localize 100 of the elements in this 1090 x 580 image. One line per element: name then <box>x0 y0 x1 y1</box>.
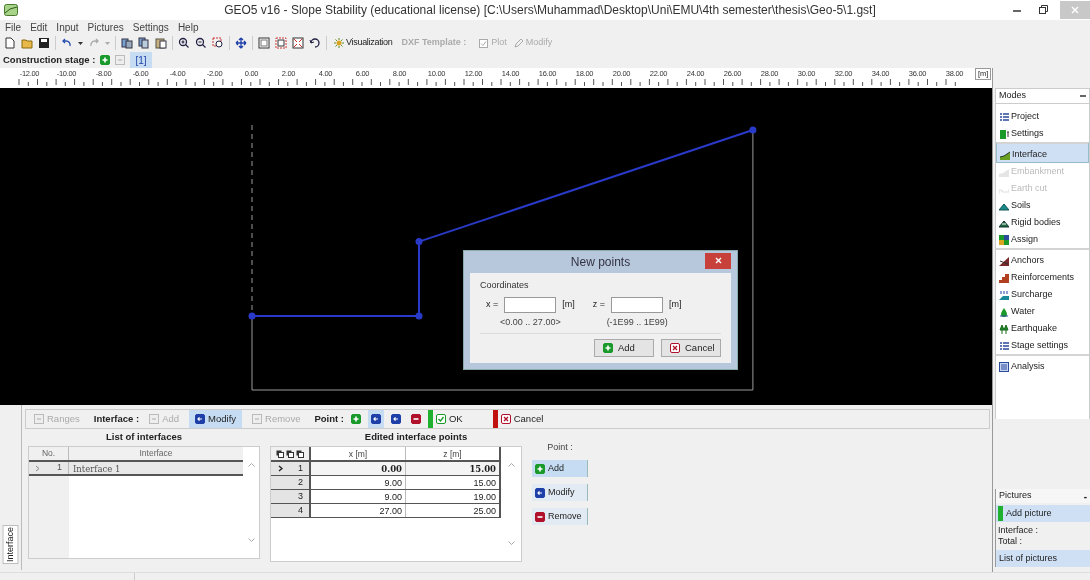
menu-item[interactable]: Help <box>177 19 199 35</box>
stat-label: Interface : <box>998 525 1040 536</box>
input-field[interactable] <box>611 296 664 313</box>
visualization-button[interactable]: Visualization <box>332 35 395 51</box>
copy-icon[interactable] <box>276 449 284 458</box>
mode-item[interactable]: Settings <box>996 125 1089 142</box>
frame-icon[interactable] <box>292 37 304 49</box>
table-row[interactable]: 1 0.00 15.00 <box>271 462 501 476</box>
arrow-icon <box>535 487 545 498</box>
action-button[interactable]: Remove <box>532 508 588 525</box>
action-button[interactable]: Modify <box>532 484 588 501</box>
undo-icon[interactable] <box>61 37 73 49</box>
arrow-icon <box>371 414 381 424</box>
point-marker[interactable] <box>248 312 256 320</box>
paste-icon[interactable] <box>155 37 167 49</box>
app-icon <box>4 4 18 16</box>
zoom-in-icon[interactable] <box>178 37 190 49</box>
add-picture-button[interactable]: Add picture <box>996 505 1090 522</box>
mode-item[interactable]: Water <box>996 303 1089 320</box>
copy-icon[interactable] <box>286 449 294 458</box>
menu-item[interactable]: Pictures <box>87 19 124 35</box>
unit-label: [m] <box>562 297 575 311</box>
menu-item[interactable]: Settings <box>132 19 169 35</box>
slope-icon <box>999 256 1009 266</box>
mode-item[interactable]: Assign <box>996 231 1089 248</box>
mode-item[interactable]: Earthquake <box>996 320 1089 337</box>
close-button[interactable] <box>705 252 731 269</box>
mode-item[interactable]: Anchors <box>996 248 1089 269</box>
range-label: (-1E99 .. 1E99) <box>606 315 668 329</box>
mode-item[interactable]: Project <box>996 108 1089 125</box>
frame-icon[interactable] <box>275 37 287 49</box>
cancel-button[interactable]: Cancel <box>661 339 721 357</box>
arrow-icon <box>391 414 401 424</box>
stairs-icon <box>999 272 1009 283</box>
caret-icon[interactable] <box>78 41 83 45</box>
field-label: z = <box>592 297 606 311</box>
table-cell: 9.00 <box>311 476 406 489</box>
cancel-button[interactable]: Cancel <box>492 410 550 428</box>
mode-item[interactable]: Analysis <box>996 354 1089 375</box>
plus-icon <box>100 55 111 65</box>
pencil-icon <box>513 38 524 48</box>
copy-icon[interactable] <box>296 449 304 458</box>
mode-item[interactable]: Interface <box>996 142 1089 163</box>
toolbar-label: Interface : <box>93 411 140 426</box>
square-icon <box>34 414 44 424</box>
close-icon <box>714 257 722 264</box>
point-mode-button[interactable] <box>368 410 384 428</box>
load-icon <box>999 289 1009 300</box>
point-marker[interactable] <box>415 238 423 246</box>
table-row[interactable]: 4 27.00 25.00 <box>271 504 501 518</box>
stage-tab[interactable]: [1] <box>130 52 152 68</box>
save-icon[interactable] <box>38 37 50 49</box>
point-marker[interactable] <box>415 312 423 320</box>
mode-item[interactable]: Surcharge <box>996 286 1089 303</box>
zoom-out-icon[interactable] <box>195 37 207 49</box>
close-icon <box>1071 6 1079 14</box>
copy-icon[interactable] <box>138 37 150 49</box>
zoom-window-icon[interactable] <box>212 37 224 49</box>
move-icon[interactable] <box>235 37 247 49</box>
column-header: z [m] <box>406 447 501 460</box>
collapse-button[interactable]: - <box>1083 488 1087 504</box>
dialog-title: New points <box>569 254 632 271</box>
square-icon <box>149 414 160 424</box>
minus-icon <box>411 414 421 424</box>
rotate-icon[interactable] <box>309 37 321 49</box>
panel-title: Modes <box>999 89 1026 103</box>
copy-icon[interactable] <box>121 37 133 49</box>
point-marker[interactable] <box>749 126 757 134</box>
chevron-icon <box>35 464 40 472</box>
checkbox-icon <box>436 414 446 424</box>
mode-item[interactable]: Rigid bodies <box>996 214 1089 231</box>
list-of-pictures-button[interactable]: List of pictures <box>996 550 1090 567</box>
restore-icon[interactable] <box>1038 5 1048 15</box>
table-row[interactable]: 1 Interface 1 <box>29 462 243 476</box>
table-row[interactable]: 2 9.00 15.00 <box>271 476 501 490</box>
menu-item[interactable]: Input <box>56 19 79 35</box>
side-tab[interactable]: Interface <box>2 524 19 564</box>
input-field[interactable] <box>504 296 557 313</box>
menu-item[interactable]: File <box>5 19 22 35</box>
sun-icon <box>334 38 344 48</box>
action-button[interactable]: Add <box>532 460 588 477</box>
mode-item[interactable]: Stage settings <box>996 337 1089 354</box>
mode-item[interactable]: Reinforcements <box>996 269 1089 286</box>
square-icon <box>252 414 263 424</box>
column-header: Interface <box>69 447 243 460</box>
ok-button[interactable]: OK <box>428 410 469 428</box>
window-title: GEO5 v16 - Slope Stability (educational license) [C:\Users\Muhammad\Desktop\Uni\EMU\4th semester\thesis\Geo-5\1.gst] <box>223 2 877 19</box>
folder-icon[interactable] <box>21 37 33 49</box>
construction-stage-label: Construction stage : <box>3 52 96 67</box>
dxf-template-label: DXF Template : <box>401 36 467 50</box>
plus-icon <box>603 343 613 353</box>
mode-item[interactable]: Soils <box>996 197 1089 214</box>
menu-item[interactable]: Edit <box>30 19 48 35</box>
table-cell: 27.00 <box>311 504 406 517</box>
table-row[interactable]: 3 9.00 19.00 <box>271 490 501 504</box>
add-button[interactable]: Add <box>594 339 654 357</box>
frame-icon[interactable] <box>258 37 270 49</box>
new-file-icon[interactable] <box>4 37 16 49</box>
arrow-icon <box>195 414 206 424</box>
toolbar-button[interactable]: Modify <box>189 410 243 428</box>
